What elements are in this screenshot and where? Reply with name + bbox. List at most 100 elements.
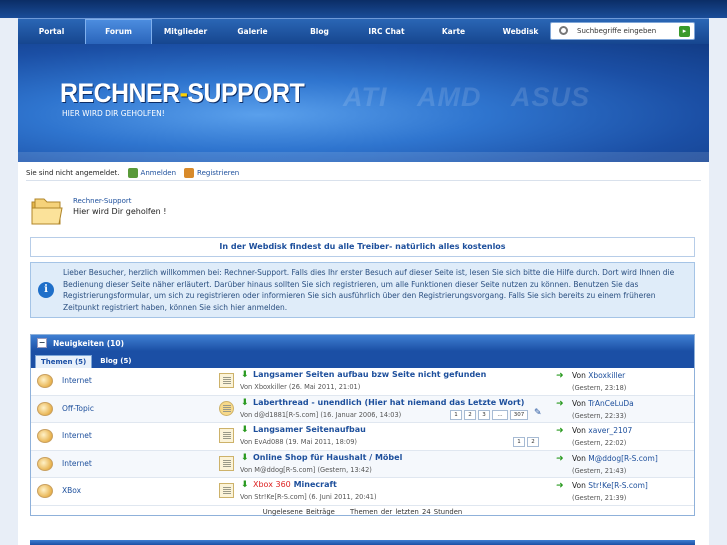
new-post-arrow-icon[interactable]: ⬇: [241, 480, 249, 490]
news-tabs: Themen (5) Blog (5): [31, 351, 694, 368]
topic-meta: Von Xboxkiller (26. Mai 2011, 21:01): [240, 383, 361, 391]
news-footer: Ungelesene Beiträge Themen der letzten 2…: [31, 506, 694, 518]
topic-icon: [219, 483, 234, 498]
login-link[interactable]: Anmelden: [127, 167, 176, 178]
login-icon: [127, 167, 138, 178]
board-link[interactable]: Internet: [62, 459, 92, 468]
register-icon: [184, 167, 195, 178]
sticky-topic-icon: [219, 400, 234, 416]
last-post-time: (Gestern, 22:33): [572, 411, 627, 420]
webdisk-notice[interactable]: In der Webdisk findest du alle Treiber- …: [30, 237, 695, 257]
board-bubble-icon: [37, 484, 53, 498]
new-post-arrow-icon[interactable]: ⬇: [241, 398, 249, 408]
topic-title-link[interactable]: Langsamer Seiten aufbau bzw Seite nicht …: [253, 370, 486, 379]
goto-last-post-icon[interactable]: ➜: [556, 426, 564, 436]
attachment-icon: ✎: [534, 407, 542, 418]
page-link[interactable]: 1: [450, 409, 462, 420]
nav-blog[interactable]: Blog: [286, 19, 353, 45]
nav-mitglieder[interactable]: Mitglieder: [152, 19, 219, 45]
nav-irc-chat[interactable]: IRC Chat: [353, 19, 420, 45]
board-link[interactable]: Internet: [62, 376, 92, 385]
topic-pagination: 1 2: [513, 437, 539, 447]
last-post-time: (Gestern, 21:39): [572, 494, 627, 502]
last-post-user-link[interactable]: xaver_2107: [588, 426, 632, 435]
nav-karte[interactable]: Karte: [420, 19, 487, 45]
board-bubble-icon: [37, 429, 53, 443]
nav-galerie[interactable]: Galerie: [219, 19, 286, 45]
topic-pagination: 1 2 3 ... 307: [450, 409, 528, 420]
brand-logos: ATI AMD ASUS: [343, 82, 590, 112]
board-link[interactable]: Off-Topic: [62, 404, 94, 413]
page-title: Hier wird Dir geholfen !: [73, 207, 167, 216]
board-bubble-icon: [37, 456, 53, 471]
goto-last-post-icon[interactable]: ➜: [556, 481, 564, 491]
last-post-by: Von TrAnCeLuDa: [572, 398, 634, 408]
news-header: − Neuigkeiten (10): [31, 335, 694, 351]
news-box: − Neuigkeiten (10) Themen (5) Blog (5) I…: [30, 334, 695, 516]
last-post-time: (Gestern, 21:43): [572, 466, 627, 475]
goto-last-post-icon[interactable]: ➜: [556, 399, 564, 409]
tab-blog[interactable]: Blog (5): [95, 355, 136, 368]
new-post-arrow-icon[interactable]: ⬇: [241, 370, 249, 380]
page-link[interactable]: 3: [478, 409, 490, 420]
topic-meta: Von Str!Ke[R-S.com] (6. Juni 2011, 20:41…: [240, 493, 377, 501]
board-link[interactable]: Internet: [62, 431, 92, 440]
page-link[interactable]: 1: [513, 437, 525, 447]
site-slogan: HIER WIRD DIR GEHOLFEN!: [62, 109, 165, 118]
last-post-user-link[interactable]: Str!Ke[R-S.com]: [588, 481, 648, 490]
site-banner: ATI AMD ASUS RECHNER-SUPPORT HIER WIRD D…: [18, 44, 709, 162]
last-post-user-link[interactable]: M@ddog[R-S.com]: [588, 454, 657, 463]
last-post-by: Von Xboxkiller: [572, 371, 626, 380]
collapse-toggle-button[interactable]: −: [37, 338, 47, 348]
topic-title-link[interactable]: Xbox 360 Minecraft: [253, 480, 337, 489]
last-post-time: (Gestern, 23:18): [572, 384, 627, 392]
nav-forum[interactable]: Forum: [85, 18, 152, 45]
table-row: XBox ⬇ Xbox 360 Minecraft Von Str!Ke[R-S…: [31, 478, 694, 506]
last-post-user-link[interactable]: Xboxkiller: [588, 371, 625, 380]
tab-themen[interactable]: Themen (5): [35, 355, 93, 368]
new-post-arrow-icon[interactable]: ⬇: [241, 453, 249, 463]
goto-last-post-icon[interactable]: ➜: [556, 454, 564, 464]
breadcrumb-site[interactable]: Rechner-Support: [73, 197, 132, 205]
right-margin: [709, 18, 727, 545]
search-placeholder: Suchbegriffe eingeben: [577, 27, 657, 35]
topic-meta: Von d@d1881[R-S.com] (16. Januar 2006, 1…: [240, 410, 402, 419]
nav-webdisk[interactable]: Webdisk: [487, 19, 554, 45]
page-link[interactable]: 2: [464, 409, 476, 420]
table-row: Internet ⬇ Langsamer Seitenaufbau Von Ev…: [31, 423, 694, 451]
goto-last-post-icon[interactable]: ➜: [556, 371, 564, 381]
board-bubble-icon: [37, 374, 53, 388]
topic-meta: Von M@ddog[R-S.com] (Gestern, 13:42): [240, 465, 372, 474]
board-link[interactable]: XBox: [62, 486, 81, 495]
search-input[interactable]: Suchbegriffe eingeben ▸: [550, 22, 695, 40]
last-post-user-link[interactable]: TrAnCeLuDa: [588, 399, 633, 408]
last-post-by: Von M@ddog[R-S.com]: [572, 453, 658, 463]
welcome-text: Lieber Besucher, herzlich willkommen bei…: [63, 268, 675, 312]
topic-title-link[interactable]: Online Shop für Haushalt / Möbel: [253, 453, 402, 462]
table-row: Off-Topic ⬇ Laberthread - unendlich (Hie…: [31, 395, 694, 423]
search-icon: [559, 26, 568, 35]
page-link[interactable]: 307: [510, 409, 528, 420]
topic-icon: [219, 455, 234, 471]
login-status: Sie sind nicht angemeldet.: [26, 168, 120, 177]
last-24h-topics-link[interactable]: Themen der letzten 24 Stunden: [350, 508, 462, 516]
new-post-arrow-icon[interactable]: ⬇: [241, 425, 249, 435]
register-link[interactable]: Registrieren: [184, 167, 239, 178]
folder-icon: [31, 198, 63, 225]
search-submit-button[interactable]: ▸: [679, 26, 690, 37]
top-strip: [0, 0, 727, 18]
topic-title-link[interactable]: Langsamer Seitenaufbau: [253, 425, 366, 434]
topic-icon: [219, 428, 234, 443]
page-ellipsis: ...: [492, 409, 508, 420]
topic-icon: [219, 373, 234, 388]
left-margin: [0, 18, 18, 545]
site-logo[interactable]: RECHNER-SUPPORT: [60, 78, 305, 109]
unread-posts-link[interactable]: Ungelesene Beiträge: [263, 508, 335, 516]
welcome-info-box: i Lieber Besucher, herzlich willkommen b…: [30, 262, 695, 318]
page-link[interactable]: 2: [527, 437, 539, 447]
topic-title-link[interactable]: Laberthread - unendlich (Hier hat nieman…: [253, 398, 524, 407]
info-icon: i: [38, 282, 54, 298]
last-post-by: Von xaver_2107: [572, 426, 633, 435]
table-row: Internet ⬇ Langsamer Seiten aufbau bzw S…: [31, 368, 694, 396]
nav-portal[interactable]: Portal: [18, 19, 85, 45]
